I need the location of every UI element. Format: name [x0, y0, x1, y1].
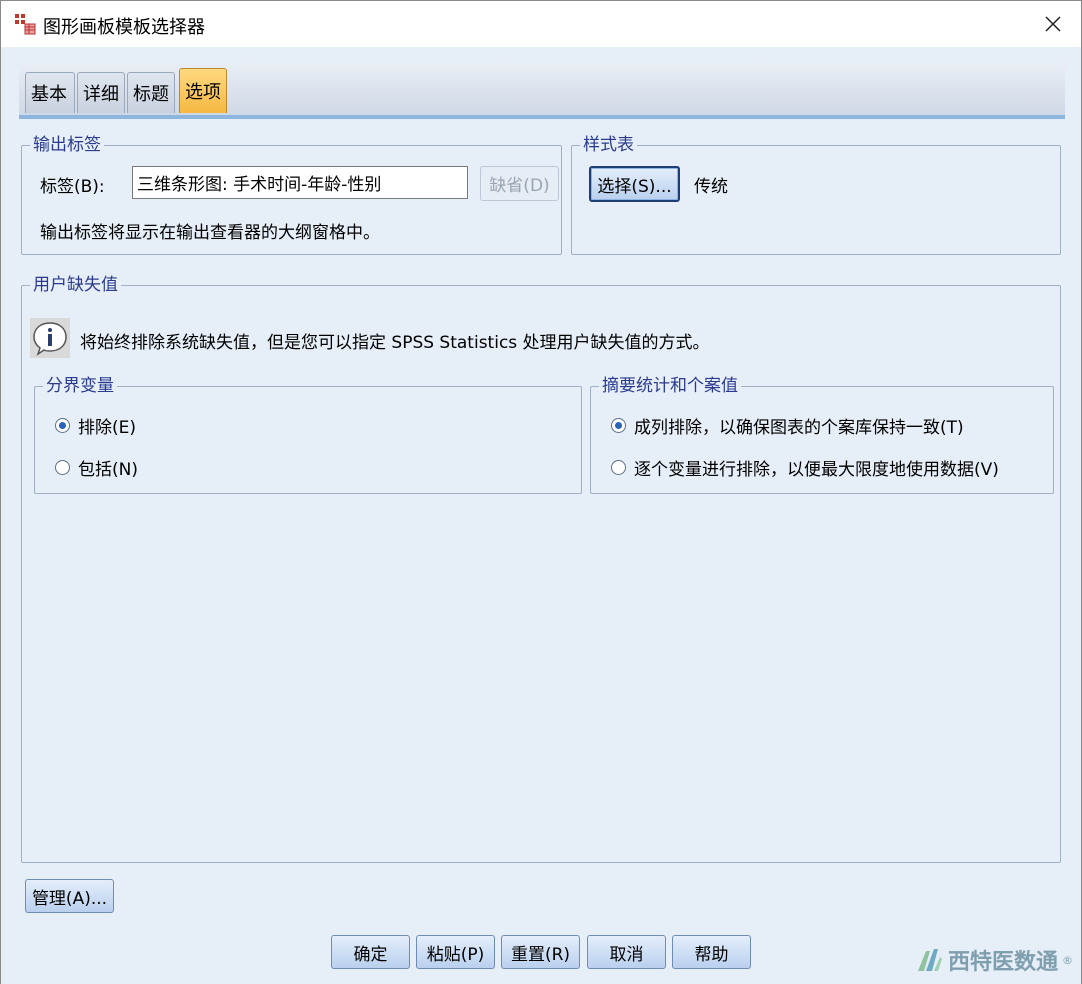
listwise-radio-option[interactable]: 成列排除，以确保图表的个案库保持一致(T) [611, 413, 964, 438]
stylesheet-current: 传统 [694, 177, 728, 197]
missing-info-text: 将始终排除系统缺失值，但是您可以指定 SPSS Statistics 处理用户缺… [80, 333, 710, 353]
break-variables-group: 分界变量 排除(E) 包括(N) [34, 376, 582, 494]
label-input[interactable]: 三维条形图: 手术时间-年龄-性别 [132, 166, 468, 199]
break-exclude-label: 排除(E) [78, 418, 137, 438]
break-include-radio[interactable] [55, 460, 70, 475]
dialog-client-area: 基本 详细 标题 选项 输出标签 标签(B): 三维条形图: 手术时间-年龄-性… [1, 47, 1081, 984]
break-include-radio-option[interactable]: 包括(N) [55, 455, 138, 480]
break-variables-group-title: 分界变量 [43, 376, 117, 396]
listwise-radio[interactable] [611, 418, 626, 433]
break-exclude-radio-option[interactable]: 排除(E) [55, 413, 136, 438]
default-button[interactable]: 缺省(D) [480, 166, 559, 201]
paste-button[interactable]: 粘贴(P) [416, 935, 495, 969]
close-button[interactable] [1025, 1, 1081, 47]
tab-strip: 基本 详细 标题 选项 [19, 63, 1065, 119]
dialog-window: 图形画板模板选择器 基本 详细 标题 选项 输出标签 标签(B): 三维条形图:… [0, 0, 1082, 984]
tab-options[interactable]: 选项 [179, 68, 227, 113]
tab-details[interactable]: 详细 [77, 72, 125, 113]
manage-button[interactable]: 管理(A)... [25, 879, 114, 913]
summary-stats-group-title: 摘要统计和个案值 [599, 376, 741, 396]
stylesheet-group-title: 样式表 [580, 135, 637, 155]
variable-by-variable-radio-option[interactable]: 逐个变量进行排除，以便最大限度地使用数据(V) [611, 455, 999, 480]
stylesheet-group: 样式表 选择(S)... 传统 [571, 135, 1061, 255]
reset-button[interactable]: 重置(R) [501, 935, 580, 969]
output-label-group-title: 输出标签 [30, 135, 104, 155]
watermark-text: 西特医数通 [947, 950, 1058, 975]
break-exclude-radio[interactable] [55, 418, 70, 433]
watermark-logo-icon [917, 949, 942, 971]
ok-button[interactable]: 确定 [331, 935, 410, 969]
close-icon [1045, 16, 1061, 32]
select-stylesheet-button[interactable]: 选择(S)... [589, 166, 680, 202]
info-icon [30, 318, 70, 358]
tab-titles[interactable]: 标题 [127, 72, 175, 113]
user-missing-group: 用户缺失值 将始终排除系统缺失值，但是您可以指定 SPSS Statistics… [21, 275, 1061, 863]
output-label-description: 输出标签将显示在输出查看器的大纲窗格中。 [40, 223, 380, 243]
watermark-mark: ® [1062, 953, 1073, 967]
help-button[interactable]: 帮助 [672, 935, 751, 969]
tab-basic[interactable]: 基本 [25, 72, 75, 113]
label-field-caption: 标签(B): [40, 177, 105, 197]
summary-stats-group: 摘要统计和个案值 成列排除，以确保图表的个案库保持一致(T) 逐个变量进行排除，… [590, 376, 1054, 494]
break-include-label: 包括(N) [78, 460, 138, 480]
cancel-button[interactable]: 取消 [587, 935, 666, 969]
window-title: 图形画板模板选择器 [43, 17, 205, 38]
watermark: 西特医数通 ® [916, 944, 1073, 976]
listwise-label: 成列排除，以确保图表的个案库保持一致(T) [634, 418, 964, 438]
title-bar: 图形画板模板选择器 [1, 1, 1081, 47]
output-label-group: 输出标签 标签(B): 三维条形图: 手术时间-年龄-性别 缺省(D) 输出标签… [21, 135, 562, 255]
user-missing-group-title: 用户缺失值 [30, 275, 121, 295]
variable-by-variable-label: 逐个变量进行排除，以便最大限度地使用数据(V) [634, 460, 999, 480]
variable-by-variable-radio[interactable] [611, 460, 626, 475]
app-icon [13, 12, 36, 35]
